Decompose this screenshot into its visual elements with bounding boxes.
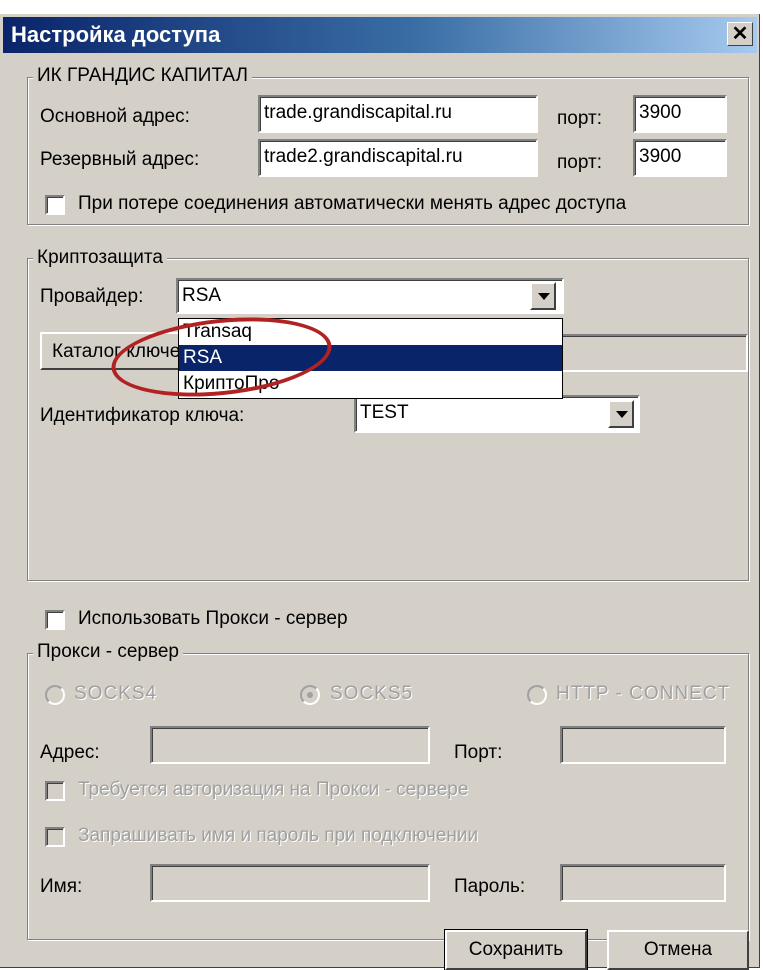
provider-dropdown-list: Transaq RSA КриптоПро: [178, 318, 563, 399]
socks4-radio[interactable]: [45, 685, 65, 705]
provider-select[interactable]: RSA: [176, 278, 564, 314]
provider-dropdown-button[interactable]: [530, 282, 556, 310]
provider-label: Провайдер:: [40, 286, 144, 307]
use-proxy-label[interactable]: Использовать Прокси - сервер: [78, 607, 348, 631]
proxy-password-input[interactable]: [560, 864, 726, 902]
proxy-password-label: Пароль:: [454, 876, 526, 897]
socks4-label[interactable]: SOCKS4: [74, 682, 157, 706]
primary-address-label: Основной адрес:: [40, 106, 190, 127]
backup-address-label: Резервный адрес:: [40, 149, 200, 170]
primary-address-input[interactable]: trade.grandiscapital.ru: [258, 95, 538, 133]
use-proxy-checkbox[interactable]: [45, 610, 65, 630]
auto-switch-label[interactable]: При потере соединения автоматически меня…: [78, 192, 626, 216]
backup-port-label: порт:: [557, 152, 602, 173]
proxy-auth-checkbox[interactable]: [45, 781, 65, 801]
socks5-label[interactable]: SOCKS5: [330, 682, 413, 706]
proxy-name-input[interactable]: [150, 864, 430, 902]
provider-option-cryptopro[interactable]: КриптоПро: [179, 371, 562, 397]
key-id-select[interactable]: TEST: [354, 395, 640, 433]
crypto-group-legend: Криптозащита: [33, 247, 167, 269]
auto-switch-checkbox[interactable]: [45, 195, 65, 215]
proxy-port-input[interactable]: [560, 726, 726, 764]
proxy-port-label: Порт:: [454, 742, 503, 763]
server-group-legend: ИК ГРАНДИС КАПИТАЛ: [33, 65, 252, 87]
provider-option-transaq[interactable]: Transaq: [179, 319, 562, 345]
http-connect-label[interactable]: HTTP - CONNECT: [556, 682, 730, 706]
http-connect-radio[interactable]: [527, 685, 547, 705]
proxy-name-label: Имя:: [40, 876, 83, 897]
primary-port-label: порт:: [557, 108, 602, 129]
window-title: Настройка доступа: [11, 22, 221, 47]
proxy-address-label: Адрес:: [40, 742, 100, 763]
close-icon: ✕: [731, 23, 749, 45]
backup-address-input[interactable]: trade2.grandiscapital.ru: [258, 139, 538, 177]
primary-port-input[interactable]: 3900: [633, 95, 727, 133]
dialog-window: Настройка доступа ✕ ИК ГРАНДИС КАПИТАЛ О…: [0, 14, 760, 970]
proxy-address-input[interactable]: [150, 726, 430, 764]
socks5-radio[interactable]: [300, 685, 320, 705]
cancel-button[interactable]: Отмена: [607, 930, 749, 970]
ask-credentials-checkbox[interactable]: [45, 827, 65, 847]
provider-option-rsa[interactable]: RSA: [179, 345, 562, 371]
ask-credentials-label[interactable]: Запрашивать имя и пароль при подключении: [78, 824, 478, 848]
key-id-label: Идентификатор ключа:: [40, 405, 245, 426]
title-bar[interactable]: Настройка доступа ✕: [3, 17, 757, 53]
key-id-dropdown-button[interactable]: [608, 400, 634, 428]
backup-port-input[interactable]: 3900: [633, 139, 727, 177]
close-button[interactable]: ✕: [727, 22, 753, 46]
proxy-auth-label[interactable]: Требуется авторизация на Прокси - сервер…: [78, 778, 468, 802]
save-button[interactable]: Сохранить: [444, 929, 588, 970]
proxy-group-legend: Прокси - сервер: [33, 641, 183, 663]
